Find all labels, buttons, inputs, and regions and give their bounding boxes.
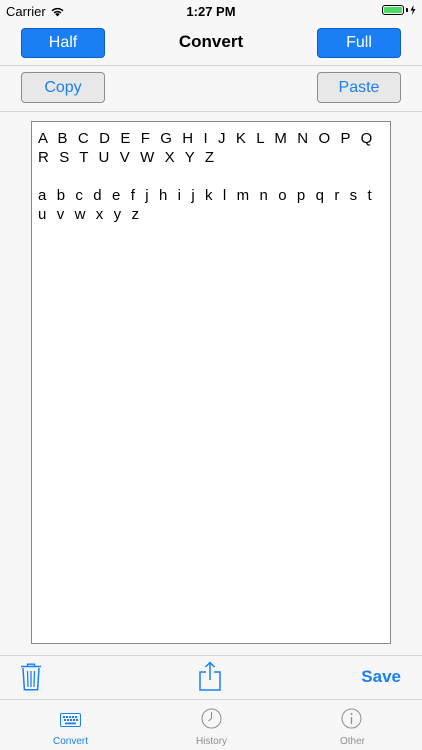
- trash-icon[interactable]: [20, 663, 42, 691]
- actions-divider: [0, 111, 422, 112]
- battery-fill: [384, 7, 402, 13]
- bottom-toolbar: Save: [0, 655, 422, 699]
- keyboard-icon: [60, 713, 81, 727]
- tab-bar: Convert History Other: [0, 700, 422, 750]
- share-icon[interactable]: [199, 661, 221, 691]
- text-editor[interactable]: A B C D E F G H I J K L M N O P Q R S T …: [31, 121, 391, 644]
- battery-indicator: [382, 5, 416, 15]
- tab-other-label: Other: [339, 736, 365, 747]
- battery-nub: [406, 8, 408, 12]
- save-button[interactable]: Save: [361, 667, 401, 687]
- nav-bar: Half Convert Full: [0, 22, 422, 64]
- full-button[interactable]: Full: [317, 28, 401, 58]
- charging-bolt-icon: [410, 5, 416, 15]
- status-bar: Carrier 1:27 PM: [0, 0, 422, 22]
- paste-button[interactable]: Paste: [317, 72, 401, 103]
- clock-icon: [201, 708, 222, 729]
- battery-icon: [382, 5, 404, 15]
- tab-history-label: History: [195, 736, 228, 747]
- tab-history[interactable]: History: [141, 700, 282, 750]
- copy-button[interactable]: Copy: [21, 72, 105, 103]
- tab-convert-label: Convert: [52, 736, 88, 747]
- status-time: 1:27 PM: [186, 4, 236, 19]
- tab-convert[interactable]: Convert: [0, 700, 141, 750]
- nav-divider: [0, 65, 422, 66]
- tab-other[interactable]: Other: [282, 700, 422, 750]
- info-icon: [341, 708, 362, 729]
